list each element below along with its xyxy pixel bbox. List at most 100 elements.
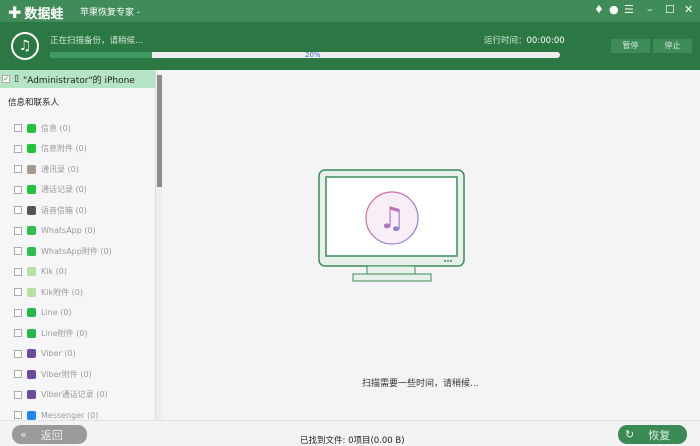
group-title: 信息和联系人	[8, 98, 60, 108]
item-checkbox[interactable]	[14, 247, 22, 256]
app-icon	[27, 328, 36, 338]
runtime-label: 运行时间：	[484, 36, 527, 46]
app-icon	[27, 185, 36, 195]
logo-text: 数据蛙	[24, 7, 64, 22]
item-checkbox[interactable]	[14, 144, 22, 153]
found-files-summary: 已找到文件: 0项目(0.00 B)	[300, 436, 405, 446]
item-checkbox[interactable]	[14, 124, 22, 133]
item-label: Viber (0)	[41, 349, 76, 359]
svg-text:♫: ♫	[379, 201, 406, 236]
sidebar-item[interactable]: 信息 (0)	[0, 118, 155, 139]
item-label: 通讯录 (0)	[41, 164, 79, 174]
item-checkbox[interactable]	[14, 411, 22, 420]
app-icon	[27, 267, 36, 277]
sidebar-item[interactable]: WhatsApp附件 (0)	[0, 241, 155, 262]
sidebar-item[interactable]: Kik (0)	[0, 262, 155, 283]
item-label: Line附件 (0)	[41, 328, 88, 338]
item-checkbox[interactable]	[14, 206, 22, 215]
recover-icon: ↻	[625, 428, 635, 441]
sidebar-item[interactable]: Viber (0)	[0, 344, 155, 365]
logo-plus-icon: ✚	[8, 2, 22, 22]
item-checkbox[interactable]	[14, 288, 22, 297]
app-icon	[27, 144, 36, 154]
app-icon	[27, 123, 36, 133]
item-label: WhatsApp (0)	[41, 226, 96, 236]
back-button[interactable]: « 返回	[12, 425, 87, 444]
device-row[interactable]: ✓ ▯ "Administrator"的 iPhone	[0, 70, 155, 88]
item-checkbox[interactable]	[14, 185, 22, 194]
item-label: 语音信箱 (0)	[41, 205, 87, 215]
device-name: "Administrator"的 iPhone	[22, 75, 135, 86]
sidebar-item[interactable]: 语音信箱 (0)	[0, 200, 155, 221]
item-checkbox[interactable]	[14, 226, 22, 235]
footer-bar: « 返回 已找到文件: 0项目(0.00 B) ↻ 恢复	[0, 420, 700, 446]
progress-label: 20%	[305, 51, 321, 59]
music-scan-icon: ♫	[11, 32, 39, 60]
title-bar: ✚ 数据蛙 苹果恢复专家 - ♦ ● ☰ – ☐ ✕	[0, 0, 700, 22]
app-icon	[27, 246, 36, 256]
item-label: Kik附件 (0)	[41, 287, 83, 297]
close-icon[interactable]: ✕	[684, 4, 693, 16]
item-label: Viber附件 (0)	[41, 369, 92, 379]
pause-button[interactable]: 暂停	[611, 39, 650, 53]
item-checkbox[interactable]	[14, 329, 22, 338]
item-checkbox[interactable]	[14, 308, 22, 317]
item-label: Viber通话记录 (0)	[41, 390, 108, 400]
scan-status: 正在扫描备份，请稍候...	[50, 36, 144, 46]
back-label: 返回	[40, 428, 63, 442]
item-checkbox[interactable]	[14, 165, 22, 174]
app-icon	[27, 410, 36, 420]
app-icon	[27, 287, 36, 297]
logo: ✚ 数据蛙	[8, 3, 63, 22]
recover-button[interactable]: ↻ 恢复	[618, 425, 687, 444]
sidebar-item[interactable]: Messenger (0)	[0, 405, 155, 420]
stop-button[interactable]: 停止	[653, 39, 692, 53]
diamond-icon[interactable]: ♦	[594, 4, 604, 16]
wait-message: 扫描需要一些时间，请稍候...	[362, 379, 479, 389]
device-checkbox[interactable]: ✓	[2, 75, 10, 83]
main-panel: ♫ 扫描需要一些时间，请稍候...	[162, 70, 700, 420]
sidebar-item[interactable]: Viber附件 (0)	[0, 364, 155, 385]
item-label: 信息附件 (0)	[41, 144, 87, 154]
phone-icon: ▯	[14, 74, 19, 84]
scan-header: ♫ 正在扫描备份，请稍候... 20% 运行时间：00:00:00 暂停 停止	[0, 22, 700, 70]
progress-fill	[50, 52, 152, 58]
minimize-icon[interactable]: –	[647, 4, 653, 16]
item-label: 信息 (0)	[41, 123, 71, 133]
sidebar-scrollbar[interactable]	[155, 70, 162, 420]
sidebar-item[interactable]: 通话记录 (0)	[0, 180, 155, 201]
sidebar-item[interactable]: Line附件 (0)	[0, 323, 155, 344]
item-label: Line (0)	[41, 308, 72, 318]
app-icon	[27, 390, 36, 400]
item-checkbox[interactable]	[14, 390, 22, 399]
category-sidebar: ✓ ▯ "Administrator"的 iPhone 信息和联系人 信息 (0) 信…	[0, 70, 155, 420]
app-icon	[27, 226, 36, 236]
double-chevron-left-icon: «	[20, 428, 27, 441]
app-icon	[27, 308, 36, 318]
runtime: 运行时间：00:00:00	[484, 34, 565, 46]
recover-label: 恢复	[648, 428, 671, 442]
itunes-monitor-illustration: ♫	[318, 169, 465, 282]
item-checkbox[interactable]	[14, 267, 22, 276]
sidebar-item[interactable]: 通讯录 (0)	[0, 159, 155, 180]
sidebar-item[interactable]: WhatsApp (0)	[0, 221, 155, 242]
app-icon	[27, 164, 36, 174]
maximize-icon[interactable]: ☐	[665, 4, 675, 16]
item-label: 通话记录 (0)	[41, 185, 87, 195]
sidebar-item[interactable]: Line (0)	[0, 303, 155, 324]
runtime-value: 00:00:00	[526, 36, 565, 46]
chat-icon[interactable]: ●	[609, 4, 619, 16]
feedback-icon[interactable]: ☰	[624, 4, 634, 16]
sidebar-item[interactable]: Kik附件 (0)	[0, 282, 155, 303]
item-checkbox[interactable]	[14, 370, 22, 379]
app-icon	[27, 369, 36, 379]
app-icon	[27, 205, 36, 215]
item-label: Messenger (0)	[41, 410, 99, 420]
item-label: Kik (0)	[41, 267, 67, 277]
sidebar-item[interactable]: Viber通话记录 (0)	[0, 385, 155, 406]
app-title[interactable]: 苹果恢复专家 -	[80, 5, 140, 18]
app-icon	[27, 349, 36, 359]
item-checkbox[interactable]	[14, 349, 22, 358]
item-label: WhatsApp附件 (0)	[41, 246, 112, 256]
sidebar-item[interactable]: 信息附件 (0)	[0, 139, 155, 160]
